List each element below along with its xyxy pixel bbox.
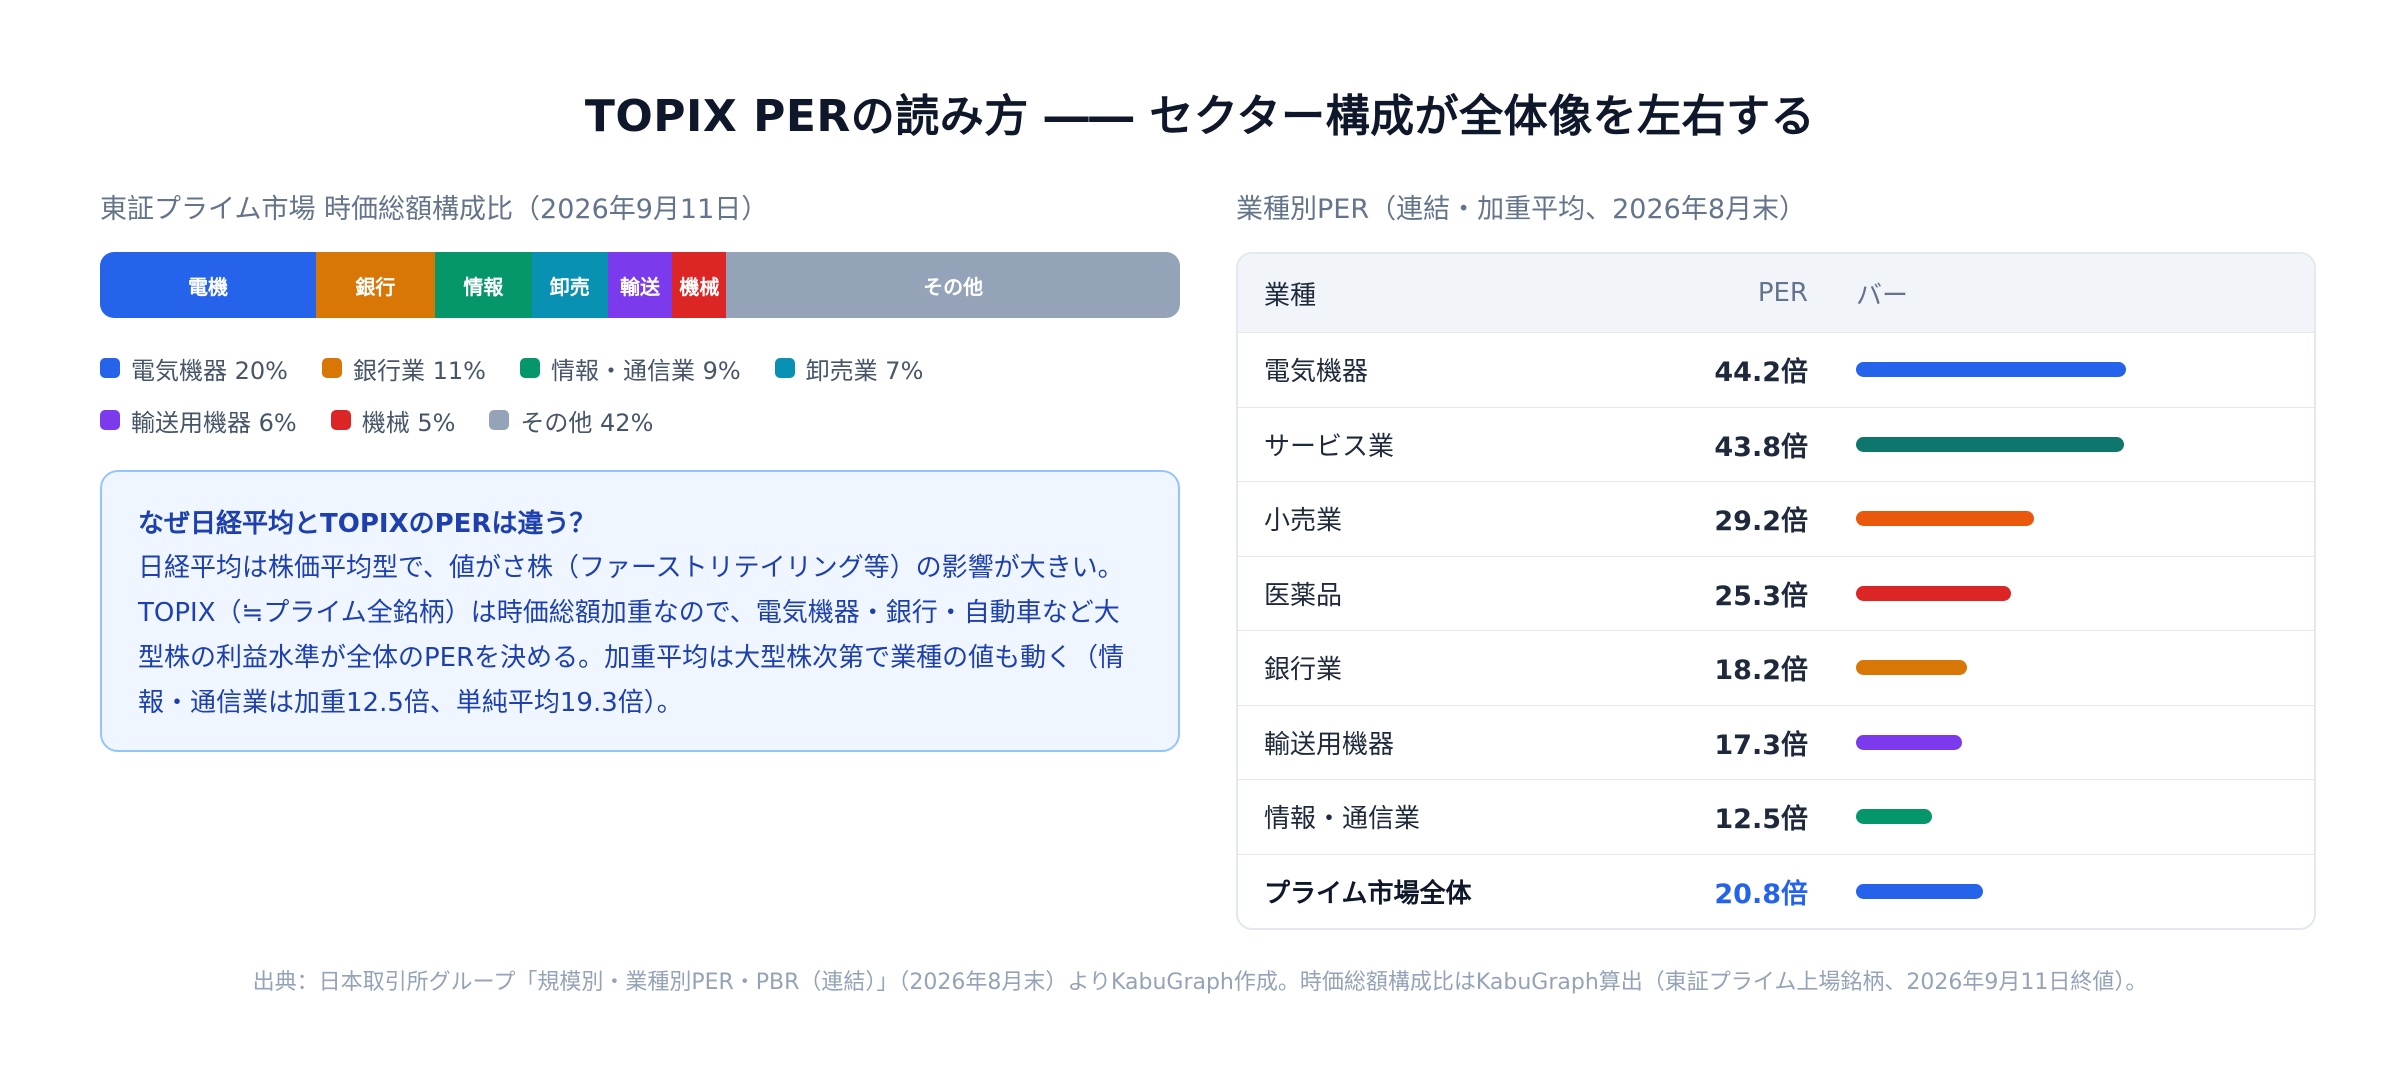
- table-row: 小売業 29.2倍: [1238, 481, 2314, 556]
- legend-item: 卸売業 7%: [774, 342, 924, 394]
- bar-cell: [1808, 734, 2314, 750]
- legend-label: 電気機器 20%: [131, 356, 288, 385]
- note-line: 日経平均は株価平均型で、値がさ株（ファーストリテイリング等）の影響が大きい。: [138, 553, 1124, 583]
- legend-item: 銀行業 11%: [321, 342, 486, 394]
- note-line: 型株の利益水準が全体のPERを決める。加重平均は大型株次第で業種の値も動く（情: [138, 643, 1125, 673]
- bar-track: [1856, 734, 2256, 750]
- per-table-body: 電気機器 44.2倍サービス業 43.8倍小売業 29.2倍医薬品 25.3倍銀行業 18…: [1238, 332, 2314, 928]
- bar-track: [1856, 660, 2256, 676]
- bar-track: [1856, 809, 2256, 825]
- table-row: 銀行業 18.2倍: [1238, 630, 2314, 705]
- legend-swatch: [774, 358, 795, 378]
- table-row: 医薬品 25.3倍: [1238, 555, 2314, 631]
- per-value: 29.2倍: [1714, 506, 1808, 538]
- legend-swatch: [100, 410, 120, 430]
- stack-segment: 機械: [672, 252, 727, 318]
- sector-name: 小売業: [1264, 506, 1343, 537]
- per-value: 17.3倍: [1714, 729, 1808, 761]
- per-value: 20.8倍: [1714, 878, 1808, 910]
- legend-swatch: [321, 358, 342, 378]
- stack-segment: 情報: [434, 252, 532, 318]
- note-line: 報・通信業は加重12.5倍、単純平均19.3倍）。: [138, 688, 683, 718]
- per-value: 44.2倍: [1714, 357, 1808, 389]
- bar-track: [1856, 883, 2256, 899]
- per-table: 業種 PER バー 電気機器 44.2倍サービス業 43.8倍小売業 29.2倍医薬品…: [1236, 252, 2316, 930]
- composition-panel: 東証プライム市場 時価総額構成比（2026年9月11日） 電機 銀行 情報 卸売 輸送機…: [100, 190, 1180, 752]
- table-row-total: プライム市場全体 20.8倍: [1238, 853, 2314, 929]
- bar-track: [1856, 362, 2256, 378]
- legend-label: 機械 5%: [361, 408, 456, 437]
- sector-name: 医薬品: [1264, 580, 1343, 611]
- sector-name: 情報・通信業: [1264, 804, 1421, 835]
- page-title: TOPIX PERの読み方 ―― セクター構成が全体像を左右する: [584, 91, 1816, 142]
- per-value: 43.8倍: [1714, 431, 1808, 463]
- market-cap-stacked-bar: 電機 銀行 情報 卸売 輸送 機械 その他: [100, 252, 1180, 318]
- per-bar: [1856, 809, 1932, 825]
- per-bar: [1856, 585, 2011, 601]
- legend-label: 銀行業 11%: [352, 356, 486, 385]
- per-subtitle: 業種別PER（連結・加重平均、2026年8月末）: [1236, 194, 1806, 225]
- composition-subtitle: 東証プライム市場 時価総額構成比（2026年9月11日）: [100, 194, 769, 225]
- legend-item: 輸送用機器 6%: [100, 394, 297, 446]
- per-value: 25.3倍: [1714, 580, 1808, 612]
- bar-track: [1856, 511, 2256, 527]
- per-bar: [1856, 660, 1967, 676]
- legend-item: その他 42%: [489, 394, 653, 446]
- header-per: PER: [1757, 278, 1808, 308]
- sector-name: 銀行業: [1264, 655, 1343, 686]
- bar-track: [1856, 585, 2256, 601]
- legend-item: 電気機器 20%: [100, 342, 288, 394]
- legend-swatch: [519, 358, 540, 378]
- note-line: TOPIX（≒プライム全銘柄）は時価総額加重なので、電気機器・銀行・自動車など大: [138, 598, 1120, 628]
- legend-label: 卸売業 7%: [805, 356, 924, 385]
- legend-label: 輸送用機器 6%: [131, 408, 297, 437]
- stack-segment: 卸売: [531, 252, 608, 318]
- per-value: 12.5倍: [1714, 804, 1808, 836]
- bar-track: [1856, 436, 2256, 452]
- header-sector: 業種: [1264, 280, 1317, 311]
- composition-legend: 電気機器 20% 銀行業 11% 情報・通信業 9% 卸売業 7% 輸送用機器 6% 機械…: [100, 342, 1180, 446]
- per-bar: [1856, 362, 2126, 378]
- bar-cell: [1808, 511, 2314, 527]
- bar-cell: [1808, 436, 2314, 452]
- table-row: 輸送用機器 17.3倍: [1238, 704, 2314, 780]
- legend-label: その他 42%: [520, 408, 654, 437]
- legend-swatch: [489, 410, 510, 430]
- per-value: 18.2倍: [1714, 655, 1808, 687]
- note-heading: なぜ日経平均とTOPIXのPERは違う？: [138, 509, 596, 539]
- table-row: 電気機器 44.2倍: [1238, 332, 2314, 407]
- per-bar: [1856, 734, 1962, 750]
- legend-label: 情報・通信業 9%: [550, 356, 741, 385]
- bar-cell: [1808, 809, 2314, 825]
- stack-segment: 輸送: [607, 252, 673, 318]
- stack-segment: その他: [726, 252, 1180, 318]
- table-row: 情報・通信業 12.5倍: [1238, 779, 2314, 854]
- sector-name: サービス業: [1264, 431, 1395, 462]
- sector-name: 輸送用機器: [1264, 729, 1395, 760]
- note-body: 日経平均は株価平均型で、値がさ株（ファーストリテイリング等）の影響が大きい。 T…: [138, 546, 1142, 726]
- bar-cell: [1808, 362, 2314, 378]
- explanation-note: なぜ日経平均とTOPIXのPERは違う？ 日経平均は株価平均型で、値がさ株（ファ…: [100, 470, 1180, 752]
- legend-swatch: [100, 358, 120, 378]
- bar-cell: [1808, 883, 2314, 899]
- legend-item: 機械 5%: [330, 394, 456, 446]
- per-panel: 業種別PER（連結・加重平均、2026年8月末） 業種 PER バー 電気機器 4…: [1236, 190, 2316, 930]
- sector-name: プライム市場全体: [1264, 878, 1472, 909]
- legend-item: 情報・通信業 9%: [519, 342, 741, 394]
- bar-cell: [1808, 660, 2314, 676]
- bar-cell: [1808, 585, 2314, 601]
- per-bar: [1856, 511, 2034, 527]
- stack-segment: 電機: [100, 252, 316, 318]
- stack-segment: 銀行: [316, 252, 435, 318]
- per-table-header: 業種 PER バー: [1238, 254, 2314, 332]
- table-row: サービス業 43.8倍: [1238, 406, 2314, 482]
- per-bar: [1856, 883, 1983, 899]
- legend-swatch: [330, 410, 351, 430]
- per-bar: [1856, 436, 2124, 452]
- source-note: 出典：日本取引所グループ「規模別・業種別PER・PBR（連結）」（2026年8月…: [252, 970, 2148, 995]
- sector-name: 電気機器: [1264, 357, 1369, 388]
- header-bar: バー: [1856, 280, 1909, 311]
